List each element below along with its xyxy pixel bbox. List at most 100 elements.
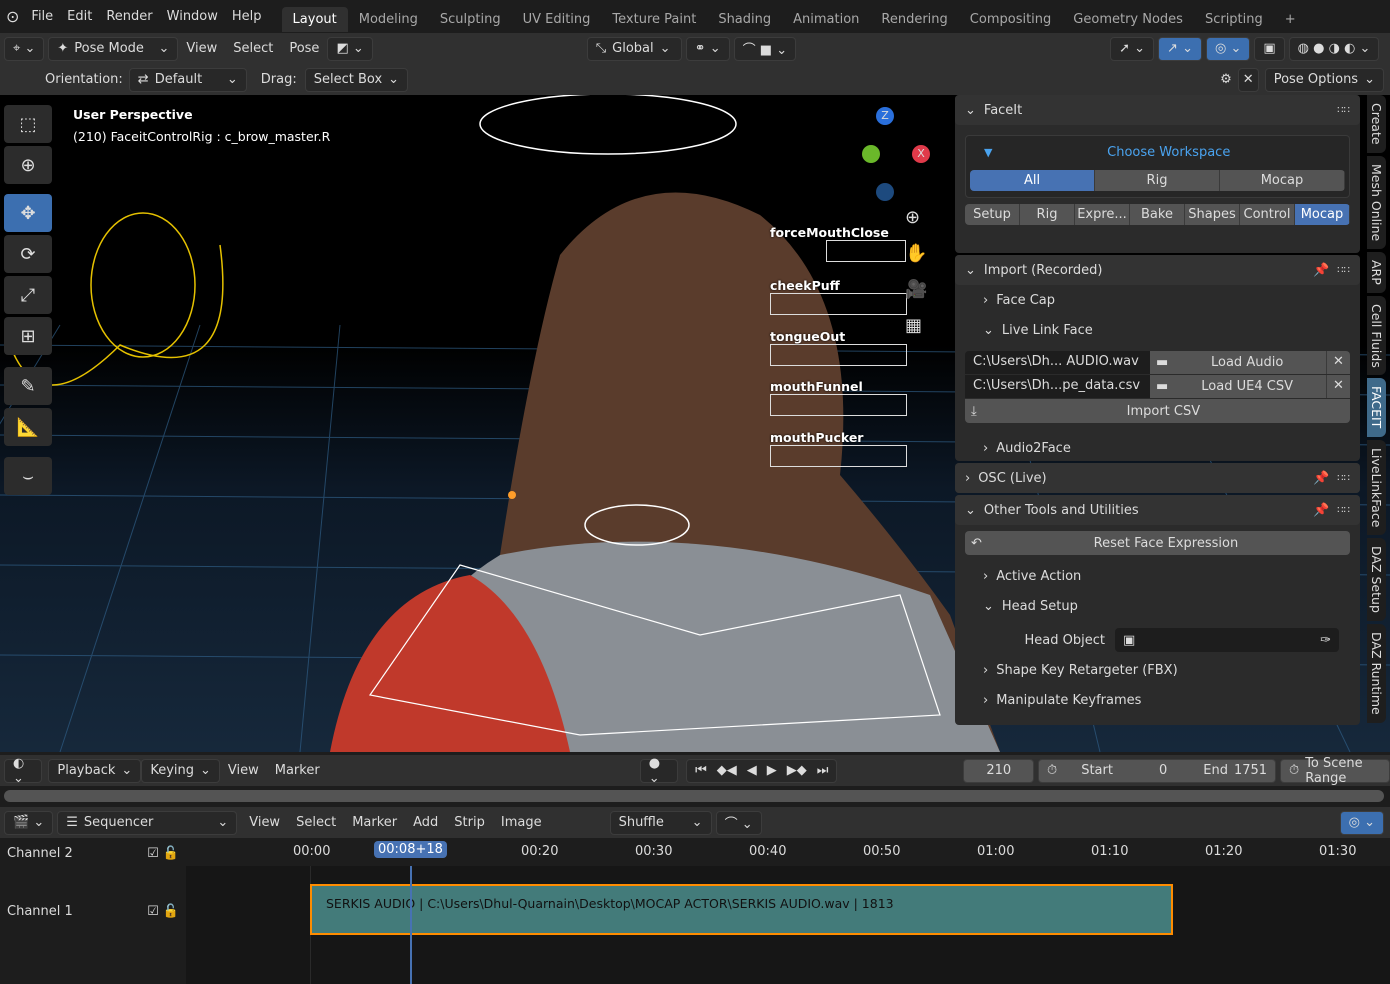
menu-marker[interactable]: Marker [267,763,328,778]
clear-csv-close-icon[interactable]: ✕ [1326,375,1350,398]
playback-menu[interactable]: Playback ⌄ [48,758,142,783]
tab-rig[interactable]: Rig [1020,204,1075,225]
measure-tool-icon[interactable]: 📐 [4,408,52,446]
annotate-tool-icon[interactable]: ✎ [4,367,52,405]
zoom-icon[interactable]: ⊕ [905,207,920,228]
pin-icon[interactable]: 📌 [1313,471,1329,486]
control-slider[interactable] [770,394,907,416]
menu-view[interactable]: View [178,41,225,56]
pose-options-button[interactable]: Pose Options ⌄ [1264,67,1384,92]
drag-handle-icon[interactable]: ∷∷ [1337,505,1350,516]
pin-icon[interactable]: 📌 [1313,503,1329,518]
menu-help[interactable]: Help [232,9,262,24]
vtab-livelinkface[interactable]: LiveLinkFace [1367,439,1386,536]
sequencer-view-type[interactable]: ☰ Sequencer ⌄ [57,810,238,835]
stopwatch-icon[interactable]: ⏱ [1047,763,1057,778]
start-value[interactable]: 0 [1159,763,1167,778]
channel-name[interactable]: Channel 1 [7,904,73,919]
xray-toggle[interactable]: ▣ [1254,36,1285,61]
tab-texture-paint[interactable]: Texture Paint [601,7,707,32]
vtab-faceit[interactable]: FACEIT [1367,378,1386,437]
vtab-create[interactable]: Create [1367,95,1386,153]
bone-icon[interactable]: ⚙ [1220,72,1232,87]
tab-compositing[interactable]: Compositing [959,7,1063,32]
menu-view[interactable]: View [220,763,267,778]
shading-modes[interactable]: ◍ ● ◑ ◐ ⌄ [1288,36,1380,61]
tab-mocap[interactable]: Mocap [1295,204,1350,225]
tab-layout[interactable]: Layout [281,7,348,32]
workspace-rig[interactable]: Rig [1095,170,1220,191]
panel-header[interactable]: › OSC (Live) 📌 ∷∷ [955,463,1360,493]
next-keyframe-icon[interactable]: ▶◆ [787,763,807,778]
menu-edit[interactable]: Edit [67,9,92,24]
sequencer-area[interactable]: 00:00 00:20 00:30 00:40 00:50 01:00 01:1… [186,838,1390,984]
overlap-mode-select[interactable]: Shuffle ⌄ [609,810,712,835]
menu-file[interactable]: File [31,9,53,24]
head-setup-subpanel[interactable]: ⌄ Head Setup [955,591,1360,621]
checkbox-icon[interactable]: ☑ [147,904,159,919]
tab-bake[interactable]: Bake [1130,204,1185,225]
tab-sculpting[interactable]: Sculpting [429,7,512,32]
unlock-icon[interactable]: 🔓 [163,846,179,861]
audio-path-field[interactable]: C:\Users\Dh... AUDIO.wav [965,351,1150,374]
menu-pose[interactable]: Pose [281,41,327,56]
start-label[interactable]: Start [1081,763,1113,778]
checkbox-icon[interactable]: ☑ [147,846,159,861]
camera-icon[interactable]: 🎥 [905,279,927,300]
control-forceMouthClose[interactable]: forceMouthClose [770,225,906,262]
tab-geometry-nodes[interactable]: Geometry Nodes [1062,7,1194,32]
load-csv-button[interactable]: ▬ Load UE4 CSV [1150,375,1326,398]
drag-handle-icon[interactable]: ∷∷ [1337,105,1350,116]
workspace-all[interactable]: All [970,170,1095,191]
load-audio-button[interactable]: ▬ Load Audio [1150,351,1326,374]
channel-name[interactable]: Channel 2 [7,846,73,861]
tab-expressions[interactable]: Expre... [1075,204,1130,225]
pan-hand-icon[interactable]: ✋ [905,243,927,264]
tab-modeling[interactable]: Modeling [348,7,429,32]
jump-end-icon[interactable]: ⏭ [817,763,829,778]
snap-toggle[interactable]: ⌒ ⌄ [715,810,762,835]
control-tongueOut[interactable]: tongueOut [770,329,907,366]
control-slider[interactable] [826,240,906,262]
editor-type-button[interactable]: ⌖ ⌄ [4,36,45,61]
audio-strip[interactable]: SERKIS AUDIO | C:\Users\Dhul-Quarnain\De… [310,884,1173,935]
visibility-dropdown[interactable]: ➚ ⌄ [1110,36,1155,61]
tab-rendering[interactable]: Rendering [870,7,958,32]
gizmo-y-axis[interactable] [862,145,880,163]
tab-uv-editing[interactable]: UV Editing [512,7,602,32]
gizmo-x-axis[interactable]: X [912,145,930,163]
to-scene-range-button[interactable]: ⏱ To Scene Range [1280,756,1390,786]
menu-image[interactable]: Image [493,815,550,830]
timeline-scrollbar[interactable] [4,790,1384,802]
control-cheekPuff[interactable]: cheekPuff [770,278,907,315]
pose-relax-tool-icon[interactable]: ⌣ [4,457,52,495]
pose-options-dropdown[interactable]: ◩ ⌄ [327,36,373,61]
gizmo-neg-z[interactable] [876,183,894,201]
eyedropper-icon[interactable]: ✑ [1320,633,1331,648]
control-mouthFunnel[interactable]: mouthFunnel [770,379,907,416]
close-icon[interactable]: ✕ [1237,67,1259,92]
transform-tool-icon[interactable]: ⊞ [4,317,52,355]
blender-logo-icon[interactable]: ⊙ [6,7,19,26]
menu-select[interactable]: Select [225,41,281,56]
prev-keyframe-icon[interactable]: ◆◀ [717,763,737,778]
control-slider[interactable] [770,293,907,315]
menu-marker[interactable]: Marker [344,815,405,830]
perspective-grid-icon[interactable]: ▦ [905,315,922,336]
tab-control[interactable]: Control [1240,204,1295,225]
vtab-daz-runtime[interactable]: DAZ Runtime [1367,624,1386,723]
drag-handle-icon[interactable]: ∷∷ [1337,473,1350,484]
menu-select[interactable]: Select [288,815,344,830]
control-mouthPucker[interactable]: mouthPucker [770,430,907,467]
tab-animation[interactable]: Animation [782,7,870,32]
pivot-select[interactable]: ⚭ ⌄ [685,36,730,61]
tab-shapes[interactable]: Shapes [1185,204,1240,225]
drag-select[interactable]: Select Box ⌄ [304,67,409,92]
tab-shading[interactable]: Shading [707,7,782,32]
tab-scripting[interactable]: Scripting [1194,7,1274,32]
menu-window[interactable]: Window [167,9,218,24]
choose-workspace-row[interactable]: ▼ Choose Workspace [970,142,1345,162]
mode-select[interactable]: ✦ Pose Mode ⌄ [48,36,179,61]
vtab-mesh-online[interactable]: Mesh Online [1367,155,1386,249]
auto-keying-toggle[interactable]: ● ⌄ [639,756,679,786]
